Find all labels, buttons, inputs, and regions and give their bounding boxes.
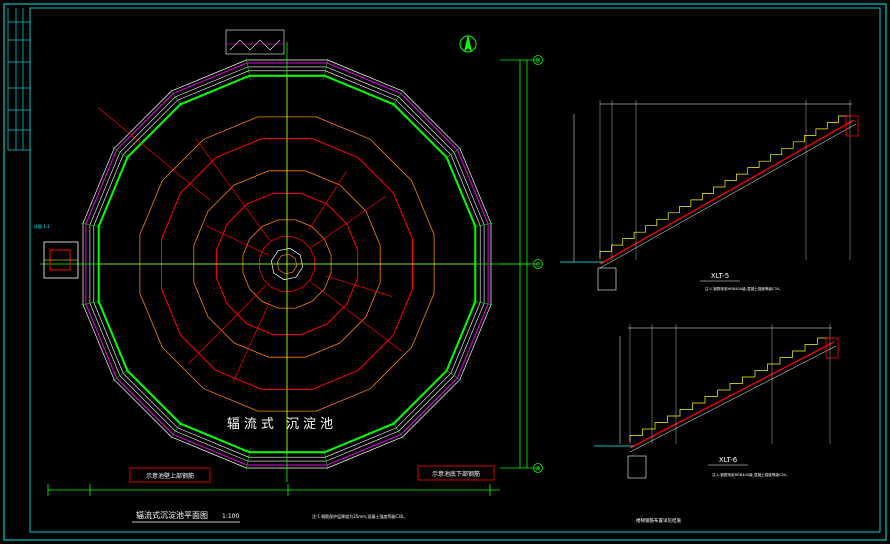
cad-drawing: B C A 详图 1-1 辐流式 沉淀池 示意池壁上部钢筋 示意池底下部钢筋 辐… [3,3,887,541]
stair-rebar-b [629,341,835,449]
stair-slab-a [599,123,857,269]
north-arrow [459,34,477,53]
stair-slab-b [629,345,837,453]
stair-steps-a [599,115,850,258]
top-inset-detail [225,29,285,55]
legend-right-text: 示意池底下部钢筋 [432,470,480,478]
tank-leader-line [310,281,403,353]
tank-plan [40,42,530,482]
tank-leader-line [325,275,393,297]
main-scale: 1:100 [222,513,239,520]
main-title: 辐流式沉淀池平面图 [136,510,208,520]
right-bottom-note: 楼梯钢筋布置详见结施 [636,517,681,524]
bottom-dimension [47,484,500,496]
stair-a-foot [597,267,617,291]
tank-leader-line [195,138,270,240]
svg-text:详图 1-1: 详图 1-1 [34,223,50,229]
tank-leader-line [311,195,387,248]
outer-frame [3,3,887,541]
note-b: 注:1.钢筋采用HRB400级,混凝土强度等级C30。 [712,472,790,477]
legend-left-text: 示意池壁上部钢筋 [146,472,194,480]
axis-label-top: B [536,58,540,65]
stair-b-foot [627,455,647,479]
stair-rebar-a [599,119,855,265]
stair-steps-b [629,337,830,442]
tank-label: 辐流式 沉淀池 [227,417,337,432]
tank-leader-line [205,225,270,256]
bottom-note: 注:1.钢筋保护层厚度为35mm,混凝土强度等级C30。 [312,513,407,519]
left-inset-detail: 详图 1-1 [34,223,79,279]
section-a-label: XLT-5 [711,272,729,280]
axis-label-bottom: A [536,466,541,473]
note-a: 注:1.钢筋采用HRB400级,混凝土强度等级C30。 [705,286,783,291]
inner-frame [29,7,881,533]
left-title-strip [7,8,30,151]
axis-label-mid: C [536,262,540,269]
section-b-label: XLT-6 [719,456,738,464]
